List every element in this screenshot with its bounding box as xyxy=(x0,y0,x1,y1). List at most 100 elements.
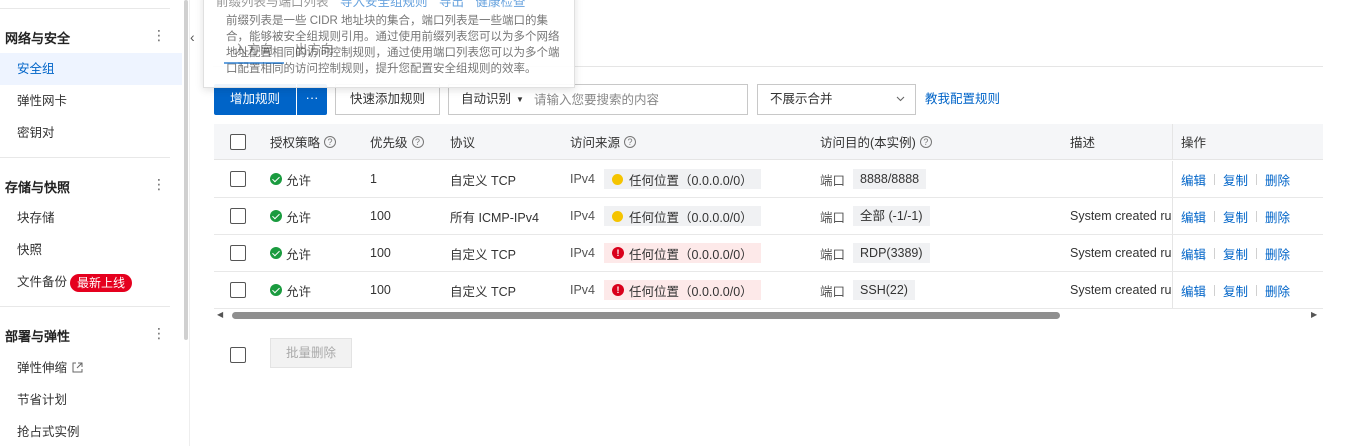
active-tab-indicator xyxy=(224,62,284,64)
header-label: 访问来源 xyxy=(570,136,621,150)
more-vertical-icon[interactable]: ⋮ xyxy=(152,28,166,42)
check-circle-icon xyxy=(270,284,282,296)
sidebar-scrollbar[interactable] xyxy=(184,0,188,340)
ip-version: IPv4 xyxy=(570,246,596,260)
desc-cell: System created rule. xyxy=(1070,209,1185,223)
table-row: 允许 100 自定义 TCP IPv4! 任何位置（0.0.0.0/0） 端口 SS… xyxy=(214,272,1323,309)
policy-text: 允许 xyxy=(286,210,312,225)
sidebar-item-spot-instance[interactable]: 抢占式实例 xyxy=(0,416,182,446)
collapse-sidebar-icon[interactable]: ‹ xyxy=(190,26,202,48)
export-link[interactable]: 导出 xyxy=(439,0,464,9)
delete-link[interactable]: 删除 xyxy=(1265,244,1290,263)
header-desc: 描述 xyxy=(1070,136,1096,150)
copy-link[interactable]: 复制 xyxy=(1223,207,1248,226)
sidebar-item-snapshot[interactable]: 快照 xyxy=(0,234,182,266)
scroll-left-icon[interactable]: ◀ xyxy=(217,311,223,319)
source-text: 任何位置（0.0.0.0/0） xyxy=(629,210,753,225)
priority-cell: 100 xyxy=(370,283,391,297)
more-vertical-icon[interactable]: ⋮ xyxy=(152,326,166,340)
source-tag: ! 任何位置（0.0.0.0/0） xyxy=(604,280,761,300)
source-cell: IPv4 任何位置（0.0.0.0/0） xyxy=(570,198,761,234)
more-actions-button[interactable]: ··· xyxy=(297,84,327,115)
delete-link[interactable]: 删除 xyxy=(1265,207,1290,226)
sidebar-item-eni[interactable]: 弹性网卡 xyxy=(0,85,182,117)
ops-cell: 编辑 复制 删除 xyxy=(1172,235,1323,271)
sidebar-item-autoscaling[interactable]: 弹性伸缩 xyxy=(0,352,182,384)
search-input[interactable] xyxy=(534,89,739,110)
edit-link[interactable]: 编辑 xyxy=(1181,170,1206,189)
sidebar-item-label: 块存储 xyxy=(17,211,55,225)
sidebar-item-file-backup[interactable]: 文件备份 最新上线 xyxy=(0,266,182,298)
direction-tabs: 入方向 出方向 xyxy=(234,39,352,58)
search-mode-select[interactable]: 自动识别 xyxy=(461,85,511,114)
sidebar-group-title-storage[interactable]: 存储与快照 xyxy=(5,177,70,196)
bulk-select-checkbox[interactable] xyxy=(230,347,246,363)
source-tag: 任何位置（0.0.0.0/0） xyxy=(604,206,761,226)
copy-link[interactable]: 复制 xyxy=(1223,281,1248,300)
port-label: 端口 xyxy=(820,173,846,188)
sidebar-item-label: 文件备份 xyxy=(17,275,68,289)
import-rules-link[interactable]: 导入安全组规则 xyxy=(340,0,428,9)
bulk-delete-button[interactable]: 批量删除 xyxy=(270,338,352,368)
help-configure-link[interactable]: 教我配置规则 xyxy=(925,84,1000,115)
edit-link[interactable]: 编辑 xyxy=(1181,207,1206,226)
more-vertical-icon[interactable]: ⋮ xyxy=(152,177,166,191)
help-icon[interactable]: ? xyxy=(919,135,932,148)
sidebar-item-label: 快照 xyxy=(17,243,43,257)
error-icon: ! xyxy=(612,247,625,259)
sidebar-group-title-deploy[interactable]: 部署与弹性 xyxy=(5,326,70,345)
row-checkbox[interactable] xyxy=(230,282,246,298)
row-checkbox[interactable] xyxy=(230,245,246,261)
ip-version: IPv4 xyxy=(570,209,596,223)
port-tag: 8888/8888 xyxy=(853,169,927,189)
scroll-right-icon[interactable]: ▶ xyxy=(1311,311,1317,319)
sidebar-divider xyxy=(0,306,170,307)
help-icon[interactable]: ? xyxy=(324,135,337,148)
row-checkbox[interactable] xyxy=(230,208,246,224)
popover-header: 前缀列表与端口列表 导入安全组规则 导出 健康检查 xyxy=(216,0,526,10)
health-check-link[interactable]: 健康检查 xyxy=(476,0,526,9)
policy-text: 允许 xyxy=(286,284,312,299)
add-rule-button[interactable]: 增加规则 xyxy=(214,84,296,115)
horizontal-scroll-thumb[interactable] xyxy=(232,312,1060,319)
header-label: 授权策略 xyxy=(270,136,321,150)
sidebar-item-security-group[interactable]: 安全组 xyxy=(0,53,182,85)
sidebar-item-block-storage[interactable]: 块存储 xyxy=(0,202,182,234)
tab-outbound[interactable]: 出方向 xyxy=(295,42,334,57)
delete-link[interactable]: 删除 xyxy=(1265,281,1290,300)
sidebar-divider xyxy=(0,8,170,9)
warning-icon xyxy=(612,210,624,222)
table-header: 授权策略? 优先级? 协议 访问来源? 访问目的(本实例)? 描述 操作 xyxy=(214,124,1323,160)
tab-inbound[interactable]: 入方向 xyxy=(234,42,273,57)
table-row: 允许 1 自定义 TCP IPv4 任何位置（0.0.0.0/0） 端口 8888/… xyxy=(214,161,1323,198)
desc-cell: System created rule. xyxy=(1070,246,1185,260)
edit-link[interactable]: 编辑 xyxy=(1181,244,1206,263)
edit-link[interactable]: 编辑 xyxy=(1181,281,1206,300)
policy-cell: 允许 xyxy=(270,272,311,308)
header-dest: 访问目的(本实例)? xyxy=(820,124,932,159)
copy-link[interactable]: 复制 xyxy=(1223,244,1248,263)
delete-link[interactable]: 删除 xyxy=(1265,170,1290,189)
sidebar-item-savings-plan[interactable]: 节省计划 xyxy=(0,384,182,416)
warning-icon xyxy=(612,173,624,185)
copy-link[interactable]: 复制 xyxy=(1223,170,1248,189)
separator xyxy=(1256,173,1258,185)
priority-cell: 1 xyxy=(370,172,377,186)
merge-select[interactable]: 不展示合并 xyxy=(757,84,916,115)
separator xyxy=(1256,210,1258,222)
table-row: 允许 100 所有 ICMP-IPv4 IPv4 任何位置（0.0.0.0/0） … xyxy=(214,198,1323,235)
header-label: 优先级 xyxy=(370,136,408,150)
caret-down-icon[interactable]: ▼ xyxy=(516,85,524,114)
source-text: 任何位置（0.0.0.0/0） xyxy=(629,173,753,188)
sidebar-item-keypair[interactable]: 密钥对 xyxy=(0,117,182,149)
header-policy: 授权策略? xyxy=(270,124,337,159)
sidebar-group-title-network[interactable]: 网络与安全 xyxy=(5,28,70,47)
quick-add-rule-button[interactable]: 快速添加规则 xyxy=(335,84,440,115)
separator xyxy=(1256,247,1258,259)
new-badge: 最新上线 xyxy=(70,273,133,292)
help-icon[interactable]: ? xyxy=(624,135,637,148)
help-icon[interactable]: ? xyxy=(411,135,424,148)
error-icon: ! xyxy=(612,284,625,296)
row-checkbox[interactable] xyxy=(230,171,246,187)
select-all-checkbox[interactable] xyxy=(230,133,246,150)
